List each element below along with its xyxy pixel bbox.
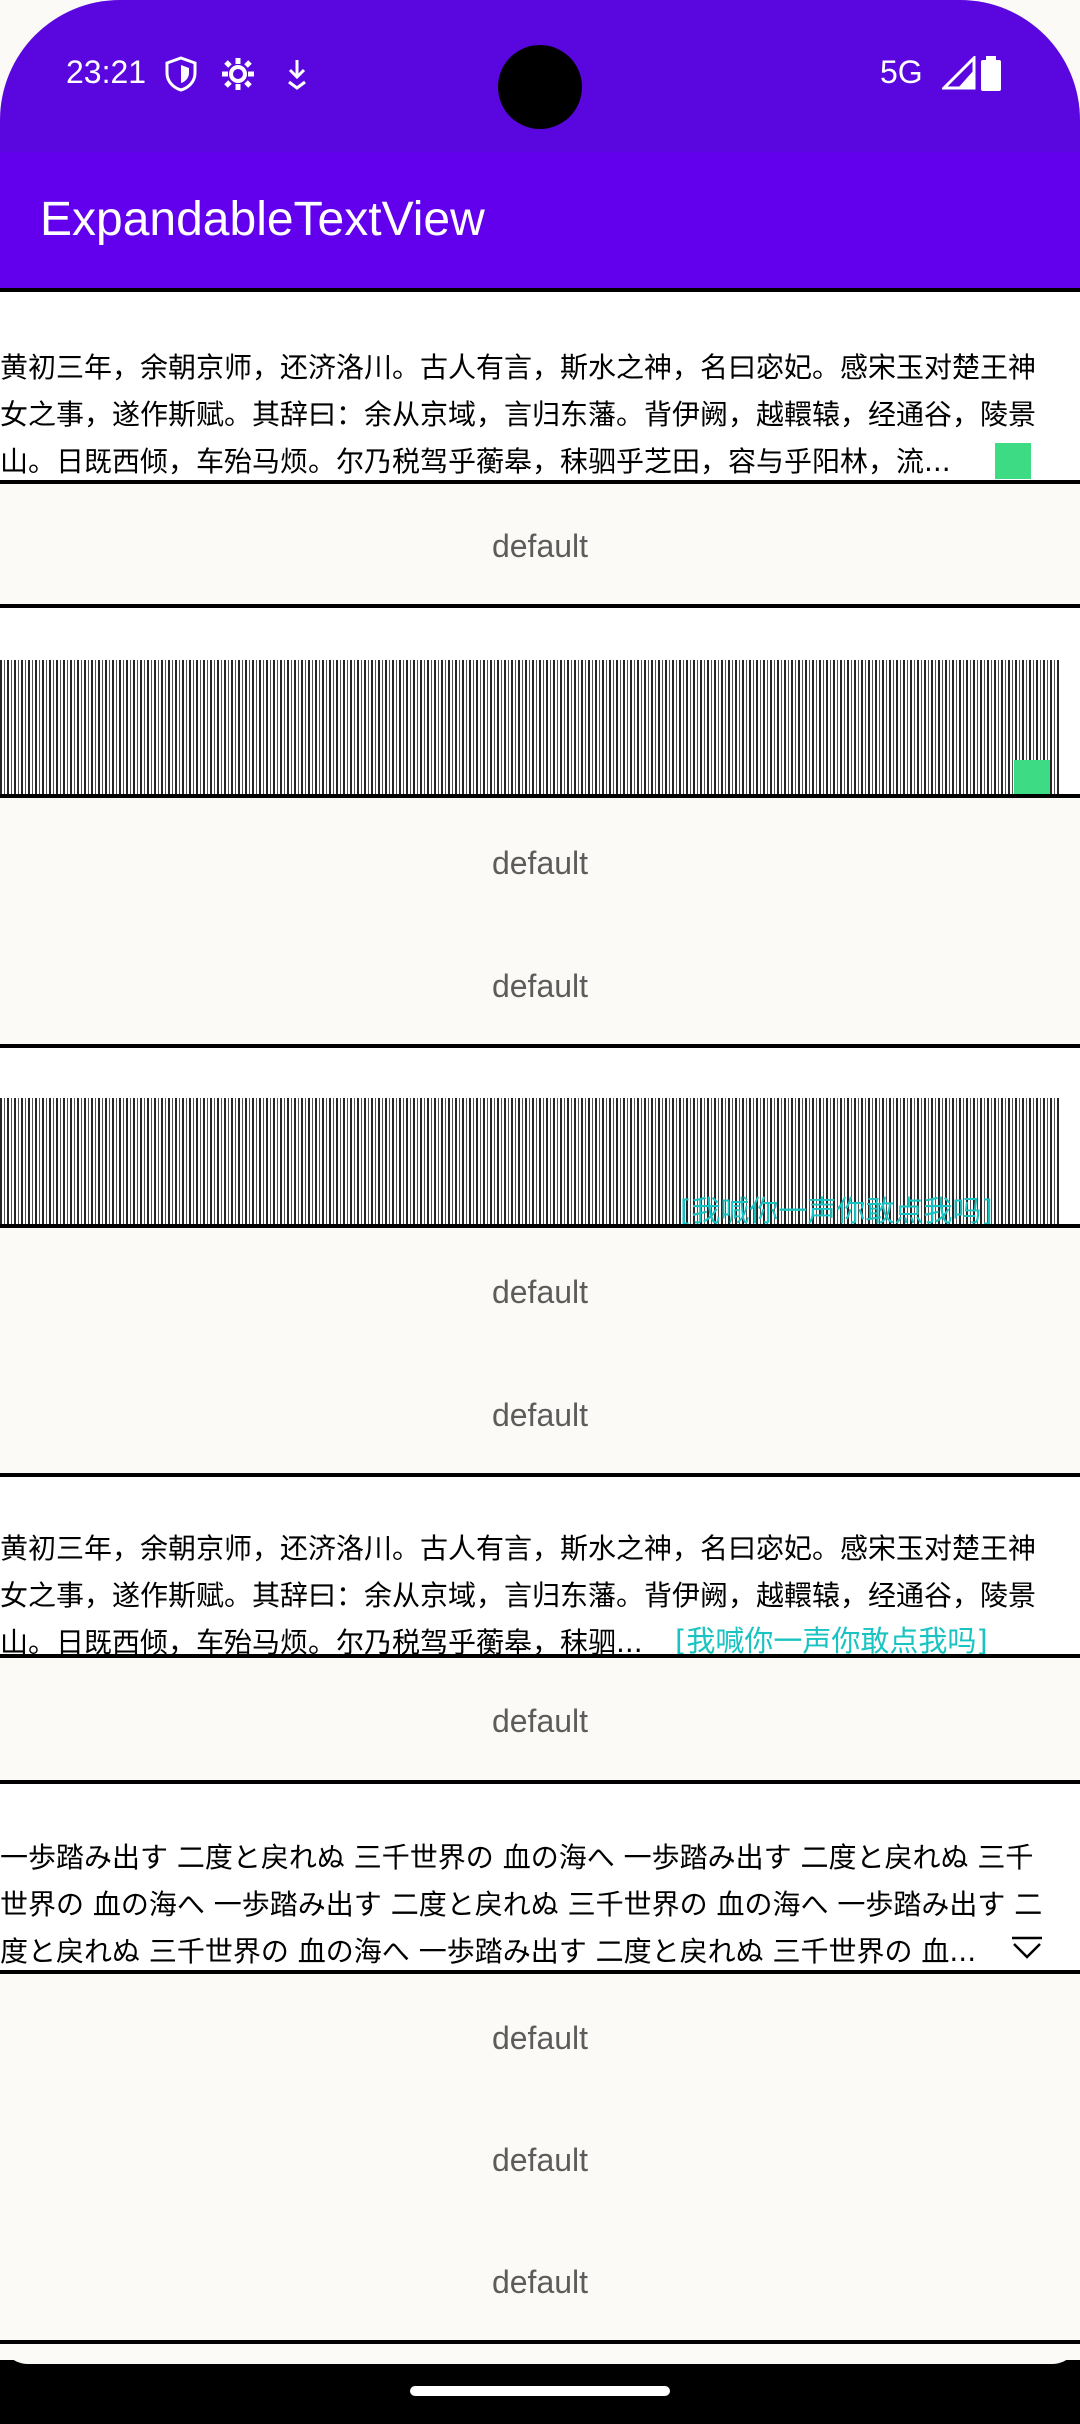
default-item: default xyxy=(491,528,589,564)
text-line: 一歩踏み出す 二度と戻れぬ 三千世界の 血の海へ 一歩踏み出す 二度と戻れぬ 三… xyxy=(0,1841,1034,1874)
shield-icon xyxy=(164,56,198,96)
default-item: default xyxy=(491,845,589,881)
default-item: default xyxy=(491,1703,589,1739)
default-item: default xyxy=(491,968,589,1004)
battery-icon xyxy=(980,56,1002,96)
expandable-text-2-garbled[interactable] xyxy=(0,608,1080,796)
default-item: default xyxy=(491,2264,589,2300)
signal-icon xyxy=(940,54,976,94)
default-item: default xyxy=(491,2020,589,2056)
divider xyxy=(0,794,1080,798)
text-line: 度と戻れぬ 三千世界の 血の海へ 一歩踏み出す 二度と戻れぬ 三千世界の 血..… xyxy=(0,1935,977,1968)
expand-button[interactable] xyxy=(995,443,1031,479)
text-line: 黄初三年，余朝京师，还济洛川。古人有言，斯水之神，名曰宓妃。感宋玉对楚王神 xyxy=(0,351,1037,384)
text-line: 黄初三年，余朝京师，还济洛川。古人有言，斯水之神，名曰宓妃。感宋玉对楚王神 xyxy=(0,1532,1037,1565)
divider xyxy=(0,2340,1080,2344)
expand-chevron-icon[interactable] xyxy=(1010,1932,1044,1962)
status-bar: 23:21 5G xyxy=(0,0,1080,152)
text-line: 世界の 血の海へ 一歩踏み出す 二度と戻れぬ 三千世界の 血の海へ 一歩踏み出す… xyxy=(0,1888,1043,1921)
network-type: 5G xyxy=(880,54,923,90)
expand-button[interactable] xyxy=(1014,760,1050,796)
download-icon xyxy=(284,56,310,96)
gear-icon xyxy=(220,56,256,96)
default-item: default xyxy=(491,1274,589,1310)
divider xyxy=(0,480,1080,484)
app-toolbar: ExpandableTextView xyxy=(0,152,1080,290)
divider xyxy=(0,1970,1080,1974)
default-item: default xyxy=(491,2142,589,2178)
front-camera xyxy=(498,45,582,129)
text-line: 女之事，遂作斯赋。其辞曰：余从京域，言归东藩。背伊阙，越轘辕，经通谷，陵景 xyxy=(0,398,1037,431)
expandable-text-1[interactable]: 黄初三年，余朝京师，还济洛川。古人有言，斯水之神，名曰宓妃。感宋玉对楚王神 女之… xyxy=(0,292,1080,482)
divider xyxy=(0,1224,1080,1228)
default-item: default xyxy=(491,1397,589,1433)
text-line: 女之事，遂作斯赋。其辞曰：余从京域，言归东藩。背伊阙，越轘辕，经通谷，陵景 xyxy=(0,1579,1037,1612)
status-time: 23:21 xyxy=(66,54,147,90)
text-line: 山。日既西倾，车殆马烦。尔乃税驾乎蘅皋，秣驷乎芝田，容与乎阳林，流... xyxy=(0,445,951,478)
expandable-text-5[interactable]: 一歩踏み出す 二度と戻れぬ 三千世界の 血の海へ 一歩踏み出す 二度と戻れぬ 三… xyxy=(0,1784,1080,1970)
app-title: ExpandableTextView xyxy=(40,193,485,246)
home-gesture-handle[interactable] xyxy=(410,2386,670,2396)
divider xyxy=(0,1654,1080,1658)
